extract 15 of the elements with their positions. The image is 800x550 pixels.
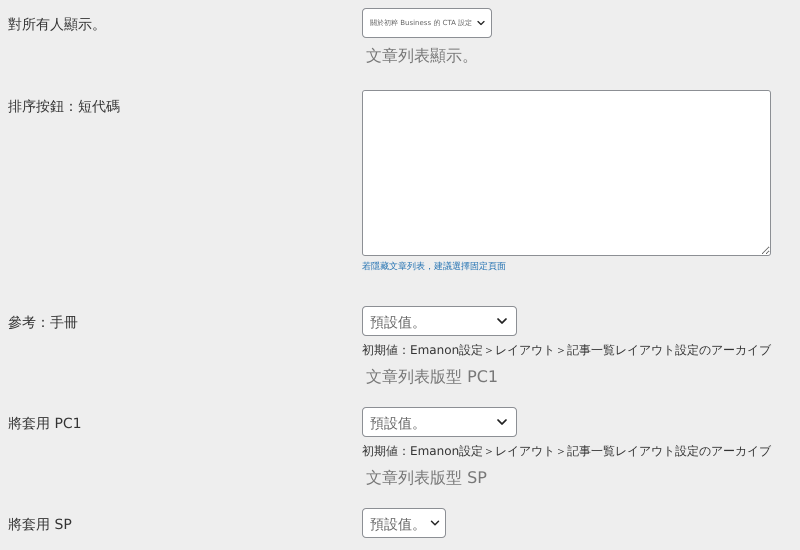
caption-text: 文章列表版型 PC1: [366, 366, 498, 388]
text-area[interactable]: [362, 90, 771, 256]
note-text: 初期値：Emanon設定＞レイアウト＞記事一覧レイアウト設定のアーカイブ: [362, 342, 772, 359]
select-field[interactable]: 預設值。: [362, 508, 446, 538]
field-label: 對所有人顯示。: [8, 17, 106, 33]
field-label: 將套用 PC1: [8, 416, 82, 432]
note-text: 初期値：Emanon設定＞レイアウト＞記事一覧レイアウト設定のアーカイブ: [362, 443, 772, 460]
select-field[interactable]: 預設值。: [362, 306, 517, 336]
hint-link[interactable]: 若隱藏文章列表，建議選擇固定頁面: [362, 261, 506, 274]
field-label: 排序按鈕：短代碼: [8, 99, 120, 115]
field-label: 參考：手冊: [8, 315, 78, 331]
caption-text: 文章列表版型 SP: [366, 467, 487, 489]
select-field[interactable]: 預設值。: [362, 407, 517, 437]
field-label: 將套用 SP: [8, 517, 72, 533]
caption-text: 文章列表顯示。: [366, 45, 478, 67]
